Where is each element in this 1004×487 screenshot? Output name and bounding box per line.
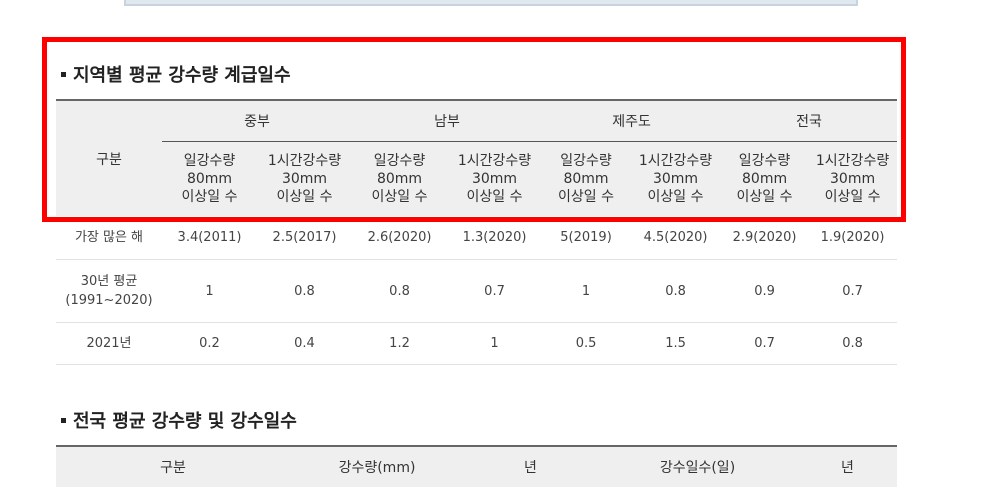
table-cell: 2.5(2017) (257, 216, 353, 260)
section-title-regional: 지역별 평균 강수량 계급일수 (61, 61, 291, 87)
section-title-national: 전국 평균 강수량 및 강수일수 (61, 407, 297, 433)
table-cell: 0.7 (808, 259, 898, 323)
subheader-hourly-30mm: 1시간강수량 30mm 이상일 수 (447, 141, 543, 216)
table-cell: 4.5(2020) (630, 216, 722, 260)
table-cell: 0.8 (257, 259, 353, 323)
regional-rain-days-table: 구분 중부 남부 제주도 전국 일강수량 80mm 이상일 수 1시간강수량 30mm… (56, 99, 898, 365)
table-cell: 1 (447, 322, 543, 365)
table-cell: 0.2 (162, 322, 257, 365)
table-row-max-year: 가장 많은 해 3.4(2011) 2.5(2017) 2.6(2020) 1.… (56, 216, 898, 260)
header-region-national: 전국 (721, 100, 898, 142)
table-cell: 1.9(2020) (808, 216, 898, 260)
header-rain-days: 강수일수(일) (597, 446, 798, 487)
subheader-hourly-30mm: 1시간강수량 30mm 이상일 수 (257, 141, 353, 216)
subheader-daily-80mm: 일강수량 80mm 이상일 수 (721, 141, 809, 216)
subheader-daily-80mm: 일강수량 80mm 이상일 수 (352, 141, 448, 216)
table-row-2021: 2021년 0.2 0.4 1.2 1 0.5 1.5 0.7 0.8 (56, 322, 898, 365)
header-region-south: 남부 (352, 100, 543, 142)
table-cell: 0.8 (808, 322, 898, 365)
table-cell: 0.5 (542, 322, 631, 365)
row-label: 가장 많은 해 (56, 216, 162, 260)
header-year: 년 (464, 446, 597, 487)
table-cell: 1 (162, 259, 257, 323)
national-rain-table: 구분 강수량(mm) 년 강수일수(일) 년 (56, 445, 897, 487)
table-cell: 1.2 (352, 322, 448, 365)
subheader-daily-80mm: 일강수량 80mm 이상일 수 (162, 141, 257, 216)
bullet-icon (61, 417, 66, 423)
table-cell: 0.9 (721, 259, 809, 323)
header-category: 구분 (56, 100, 162, 216)
header-category: 구분 (56, 446, 290, 487)
table-cell: 0.4 (257, 322, 353, 365)
table-cell: 0.7 (447, 259, 543, 323)
header-region-central: 중부 (162, 100, 353, 142)
header-year: 년 (798, 446, 897, 487)
top-panel-edge (124, 0, 858, 6)
table-cell: 0.7 (721, 322, 809, 365)
table-cell: 5(2019) (542, 216, 631, 260)
table-cell: 1.5 (630, 322, 722, 365)
table-row-30yr-average: 30년 평균 (1991~2020) 1 0.8 0.8 0.7 1 0.8 0.… (56, 259, 898, 323)
table-cell: 2.6(2020) (352, 216, 448, 260)
table-cell: 1.3(2020) (447, 216, 543, 260)
subheader-hourly-30mm: 1시간강수량 30mm 이상일 수 (630, 141, 722, 216)
table-cell: 2.9(2020) (721, 216, 809, 260)
table-cell: 3.4(2011) (162, 216, 257, 260)
table-cell: 0.8 (630, 259, 722, 323)
header-precipitation: 강수량(mm) (290, 446, 464, 487)
subheader-daily-80mm: 일강수량 80mm 이상일 수 (542, 141, 631, 216)
header-region-jeju: 제주도 (542, 100, 722, 142)
bullet-icon (61, 71, 66, 77)
subheader-hourly-30mm: 1시간강수량 30mm 이상일 수 (808, 141, 898, 216)
row-label: 30년 평균 (1991~2020) (56, 259, 162, 323)
table-cell: 1 (542, 259, 631, 323)
row-label: 2021년 (56, 322, 162, 365)
table-cell: 0.8 (352, 259, 448, 323)
